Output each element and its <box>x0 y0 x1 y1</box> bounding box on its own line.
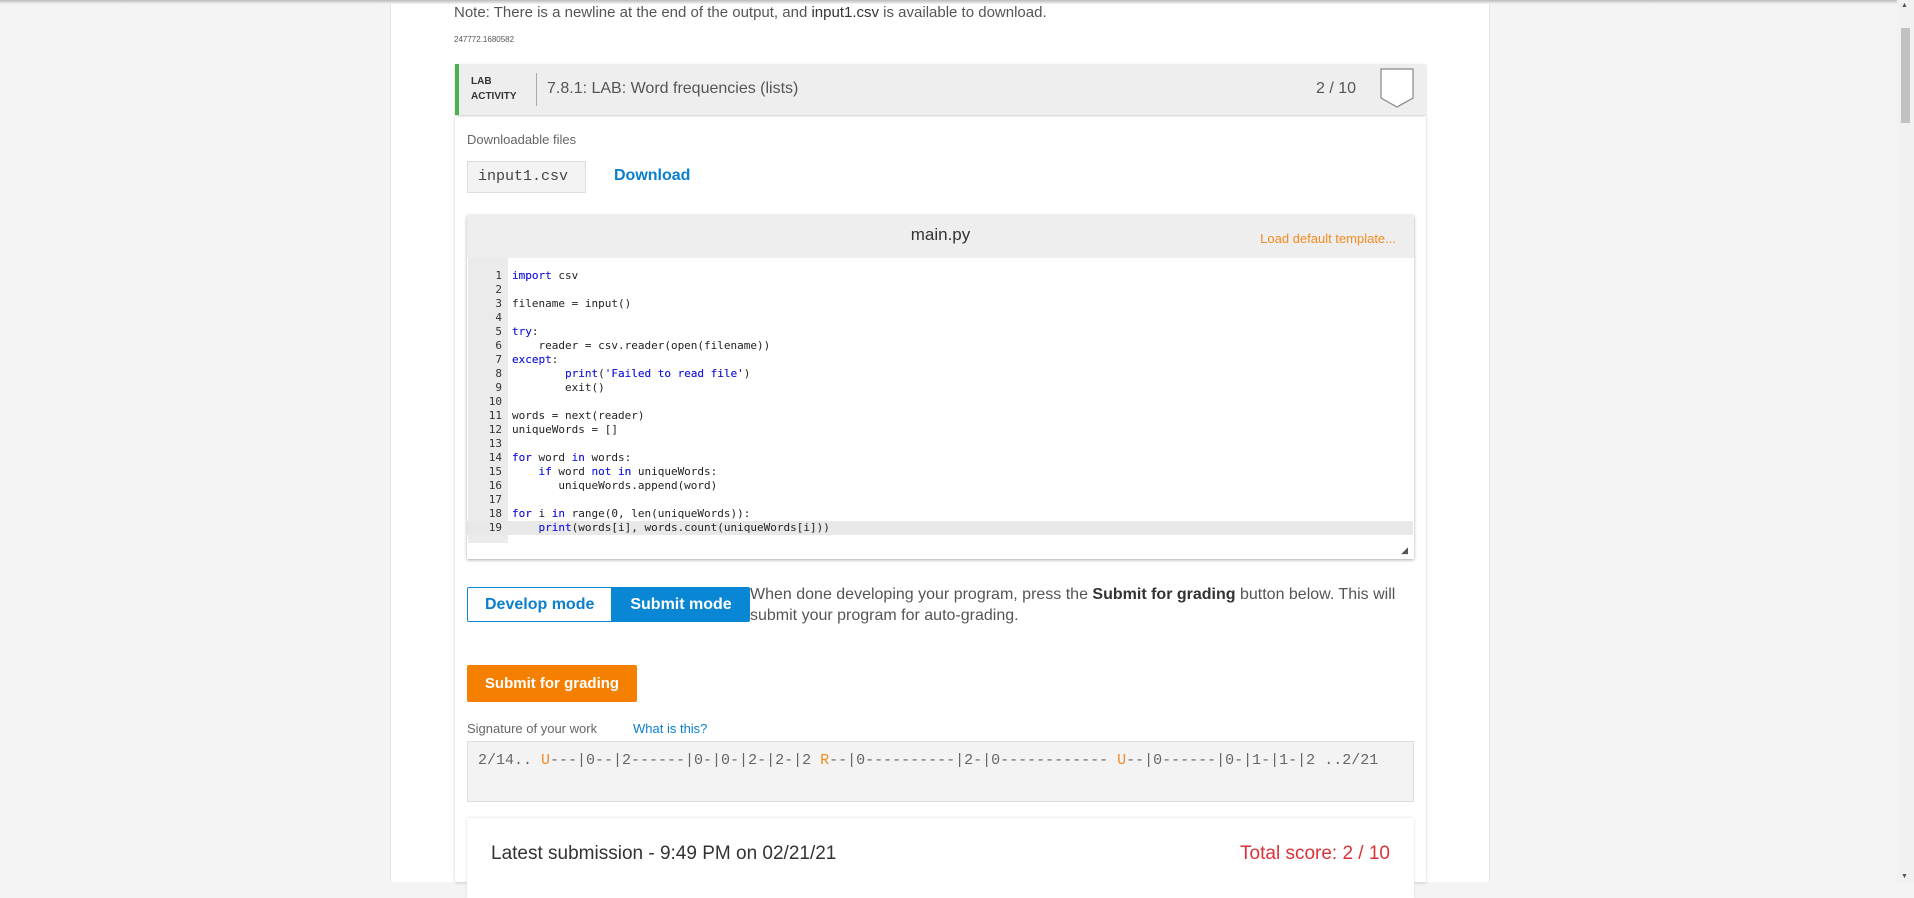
line-number: 1 <box>495 269 502 282</box>
line-number: 17 <box>488 493 502 506</box>
code-line[interactable]: 9 exit() exit() <box>467 381 1413 395</box>
code-text: filename = input() <box>512 297 632 310</box>
code-text: try: <box>512 325 539 338</box>
code-text: print('Failed to read file') <box>512 367 751 380</box>
code-line[interactable]: 6 reader = csv.reader(open(filename)) re… <box>467 339 1413 353</box>
code-text: words = next(reader) <box>512 409 645 422</box>
code-line[interactable]: 19 print(words[i], words.count(uniqueWor… <box>467 521 1413 535</box>
line-number: 19 <box>488 521 502 534</box>
code-line[interactable]: 14for word in words:for word in words: <box>467 451 1413 465</box>
line-number: 5 <box>495 325 502 338</box>
code-area[interactable]: 1import csvimport csv23filename = input(… <box>467 269 1413 535</box>
line-number: 2 <box>495 283 502 296</box>
code-line[interactable]: 1import csvimport csv <box>467 269 1413 283</box>
divider <box>536 73 537 106</box>
submit-mode-button[interactable]: Submit mode <box>612 587 750 622</box>
signature-segment: U <box>1117 752 1127 769</box>
line-number: 16 <box>488 479 502 492</box>
line-number: 10 <box>488 395 502 408</box>
line-number: 14 <box>488 451 502 464</box>
score-badge-icon <box>1380 68 1414 108</box>
code-text: print(words[i], words.count(uniqueWords[… <box>512 521 830 534</box>
lab-header: LAB ACTIVITY 7.8.1: LAB: Word frequencies… <box>455 64 1426 115</box>
code-text: uniqueWords = [] <box>512 423 618 436</box>
code-line[interactable]: 12uniqueWords = []uniqueWords = [] <box>467 423 1413 437</box>
latest-submission-card[interactable]: Latest submission - 9:49 PM on 02/21/21 … <box>467 818 1414 898</box>
code-line[interactable]: 4 <box>467 311 1413 325</box>
scrollbar-thumb[interactable] <box>1901 28 1910 123</box>
code-text: import csv <box>512 269 579 282</box>
code-line[interactable]: 18 for i in range(0, len(uniqueWords)): fo… <box>467 507 1413 521</box>
code-text: reader = csv.reader(open(filename)) <box>512 339 771 352</box>
note-text: Note: There is a newline at the end of t… <box>454 4 1047 21</box>
scroll-down-icon[interactable]: ▼ <box>1901 873 1908 880</box>
signature-box: 2/14.. U---|0--|2------|0-|0-|2-|2-|2 R-… <box>467 741 1414 802</box>
line-number: 9 <box>495 381 502 394</box>
signature-segment: --|0------|0-|1-|1-|2 ..2/21 <box>1126 752 1379 769</box>
download-link[interactable]: Download <box>614 167 690 185</box>
line-number: 8 <box>495 367 502 380</box>
code-line[interactable]: 13 <box>467 437 1413 451</box>
editor-header: main.py Load default template... <box>467 215 1414 258</box>
line-number: 15 <box>488 465 502 478</box>
what-is-this-link[interactable]: What is this? <box>633 721 707 736</box>
signature-segment: R <box>820 752 830 769</box>
code-text: for i in range(0, len(uniqueWords)): <box>512 507 751 520</box>
code-text: exit() <box>512 381 605 394</box>
load-default-template-link[interactable]: Load default template... <box>1260 231 1396 246</box>
line-number: 12 <box>488 423 502 436</box>
line-number: 3 <box>495 297 502 310</box>
scroll-up-icon[interactable]: ▲ <box>1901 2 1908 9</box>
code-text: uniqueWords.append(word) <box>512 479 718 492</box>
signature-segment: --|0----------|2-|0------------ <box>829 752 1118 769</box>
line-number: 13 <box>488 437 502 450</box>
activity-id: 247772.1680582 <box>454 35 515 44</box>
code-line[interactable]: 5try:try: <box>467 325 1413 339</box>
code-line[interactable]: 10 <box>467 395 1413 409</box>
line-number: 4 <box>495 311 502 324</box>
mode-toggle: Develop mode Submit mode <box>467 587 750 622</box>
signature-label: Signature of your work <box>467 721 598 736</box>
downloadable-files-label: Downloadable files <box>467 132 577 147</box>
code-line[interactable]: 3filename = input()filename = input() <box>467 297 1413 311</box>
code-line[interactable]: 17 <box>467 493 1413 507</box>
code-line[interactable]: 8 print('Failed to read file') print('Fa… <box>467 367 1413 381</box>
code-line[interactable]: 15 if word not in uniqueWords: if word n… <box>467 465 1413 479</box>
editor-footer: ◢ <box>467 543 1414 559</box>
lab-activity-tag: LAB ACTIVITY <box>471 76 517 102</box>
signature-segment: U <box>541 752 551 769</box>
signature-segment: 2/14.. <box>478 752 542 769</box>
line-number: 6 <box>495 339 502 352</box>
submit-for-grading-button[interactable]: Submit for grading <box>467 665 637 702</box>
file-chip: input1.csv <box>467 161 586 193</box>
line-number: 11 <box>488 409 502 422</box>
code-line[interactable]: 11words = next(reader)words = next(reade… <box>467 409 1413 423</box>
signature-segment: ---|0--|2------|0-|0-|2-|2-|2 <box>550 752 821 769</box>
code-text: if word not in uniqueWords: <box>512 465 718 478</box>
lab-score: 2 / 10 <box>1315 80 1356 97</box>
lab-title: 7.8.1: LAB: Word frequencies (lists) <box>547 80 799 97</box>
code-text: except: <box>512 353 559 366</box>
code-line[interactable]: 7except:except: <box>467 353 1413 367</box>
line-number: 7 <box>495 353 502 366</box>
scrollbar[interactable]: ▲ ▼ <box>1897 0 1914 882</box>
top-shadow <box>0 0 1897 4</box>
line-number: 18 <box>488 507 502 520</box>
submit-description: When done developing your program, press… <box>750 586 1396 624</box>
develop-mode-button[interactable]: Develop mode <box>467 587 613 622</box>
code-line[interactable]: 16 uniqueWords.append(word) uniqueWords.… <box>467 479 1413 493</box>
code-text: for word in words: <box>512 451 632 464</box>
total-score: Total score: 2 / 10 <box>1240 843 1390 864</box>
latest-submission-text: Latest submission - 9:49 PM on 02/21/21 <box>491 843 837 864</box>
code-editor: main.py Load default template... 1 import… <box>467 215 1414 559</box>
code-line[interactable]: 2 <box>467 283 1413 297</box>
resize-handle-icon[interactable]: ◢ <box>1401 545 1408 556</box>
